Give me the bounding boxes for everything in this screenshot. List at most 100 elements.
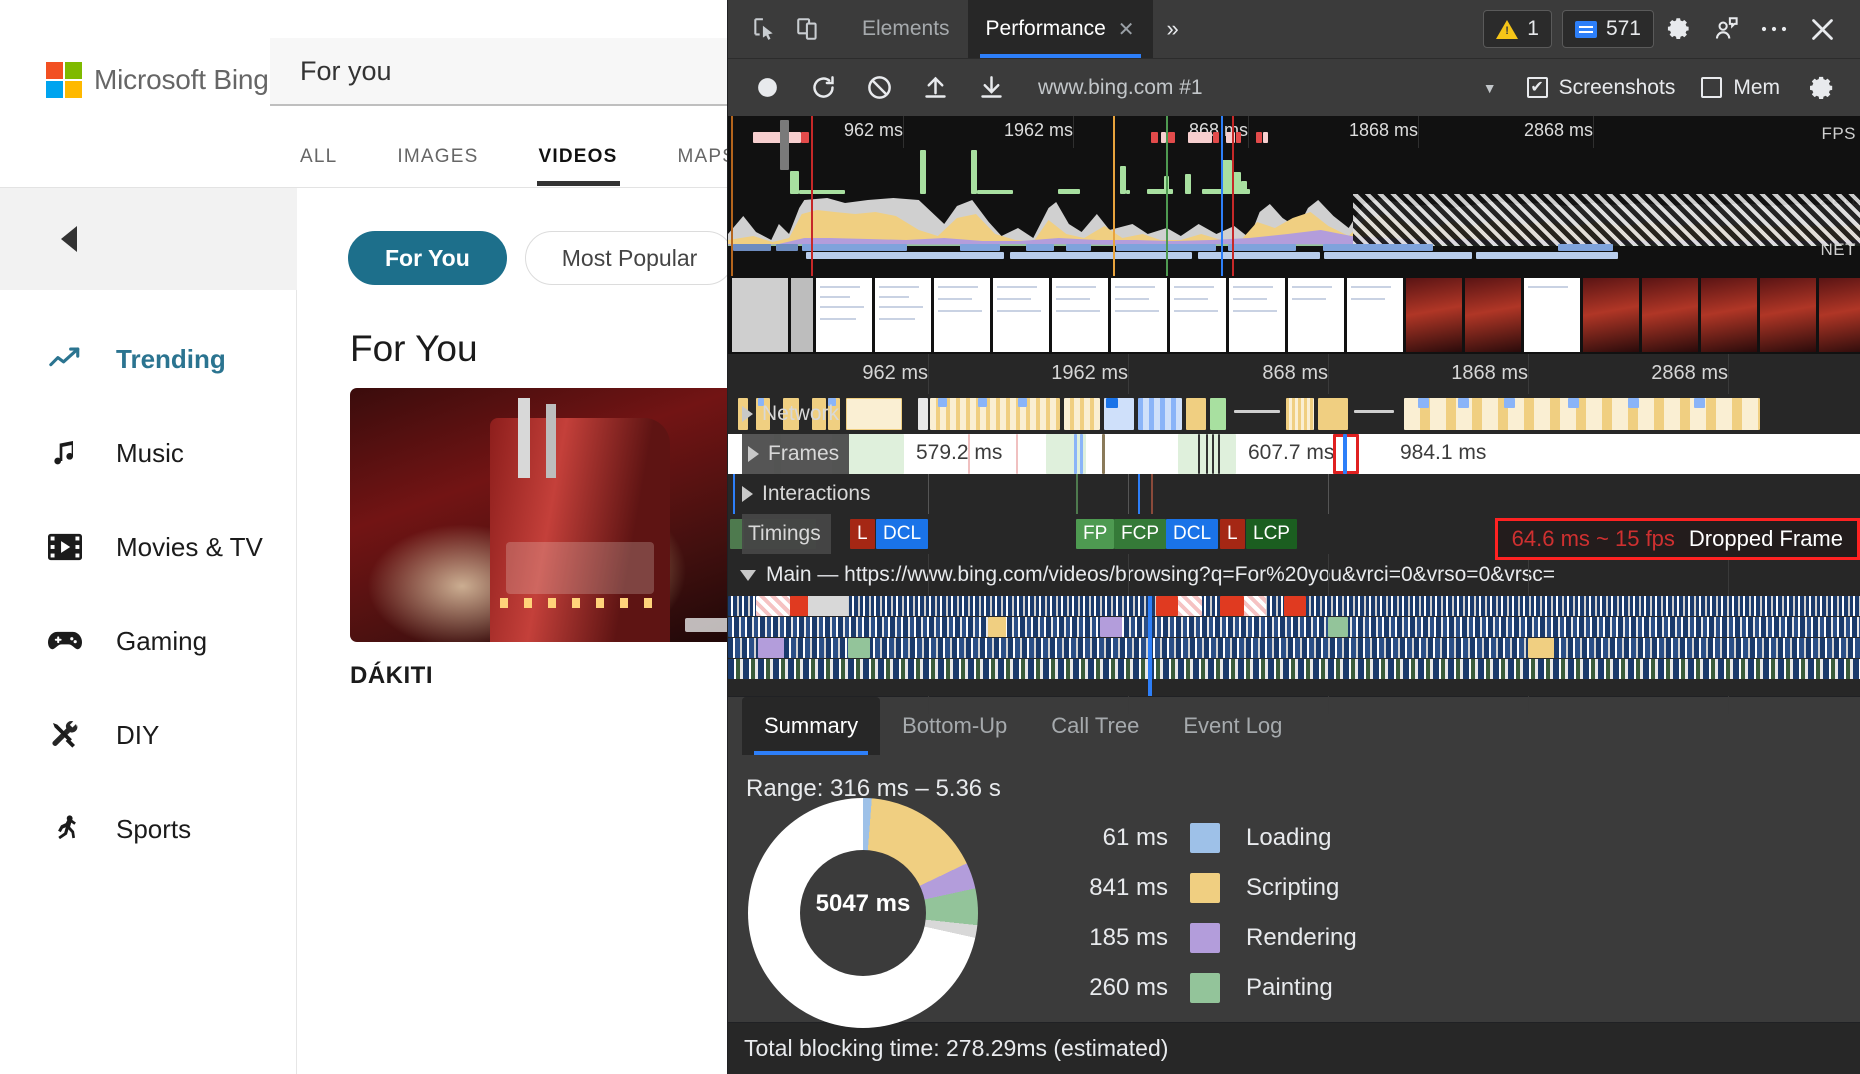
filmstrip-frame[interactable] [1465, 278, 1521, 352]
filter-pill-most-popular[interactable]: Most Popular [524, 231, 735, 285]
tab-call-tree[interactable]: Call Tree [1029, 697, 1161, 755]
tab-images[interactable]: IMAGES [367, 146, 508, 186]
filmstrip-frame[interactable] [1288, 278, 1344, 352]
legend-item-scripting[interactable]: 841 ms Scripting [1064, 863, 1357, 913]
frame-duration: 579.2 ms [916, 441, 1003, 464]
expand-triangle-icon[interactable] [742, 406, 753, 422]
legend-item-painting[interactable]: 260 ms Painting [1064, 963, 1357, 1013]
save-profile-down-icon[interactable] [966, 66, 1016, 110]
track-network[interactable]: Network [728, 394, 1860, 434]
timing-marker-dcl[interactable]: DCL [876, 519, 929, 549]
filmstrip-frame[interactable] [791, 278, 813, 352]
clear-prohibited-icon[interactable] [854, 66, 904, 110]
track-frames-header[interactable]: Frames [742, 434, 850, 474]
tab-all[interactable]: ALL [270, 146, 367, 186]
filter-pill-for-you[interactable]: For You [348, 231, 507, 285]
legend-item-loading[interactable]: 61 ms Loading [1064, 813, 1357, 863]
gear-icon[interactable] [1654, 7, 1702, 51]
filmstrip-frame[interactable] [1170, 278, 1226, 352]
warning-counter[interactable]: 1 [1483, 10, 1552, 48]
ellipsis-icon[interactable] [1750, 7, 1798, 51]
filmstrip-frame[interactable] [1642, 278, 1698, 352]
sidebar-item-movies-tv[interactable]: Movies & TV [0, 500, 296, 594]
filmstrip-frame[interactable] [1406, 278, 1462, 352]
track-label: Network [762, 402, 840, 425]
network-requests-row [728, 394, 1860, 434]
capture-settings-gear-icon[interactable] [1796, 66, 1846, 110]
sidebar-item-label: Trending [116, 343, 226, 374]
device-toolbar-icon[interactable] [786, 7, 830, 51]
filmstrip-frame[interactable] [1347, 278, 1403, 352]
tab-videos[interactable]: VIDEOS [509, 146, 648, 186]
sidebar-item-gaming[interactable]: Gaming [0, 594, 296, 688]
screenshots-checkbox[interactable]: Screenshots [1517, 76, 1686, 100]
track-network-header[interactable]: Network [742, 394, 849, 434]
sidebar-collapse-button[interactable] [0, 188, 297, 290]
fps-lane-label: FPS [1821, 124, 1856, 143]
sidebar-item-trending[interactable]: Trending [0, 312, 296, 406]
filmstrip-frame[interactable] [1111, 278, 1167, 352]
video-thumbnail[interactable] [350, 388, 765, 642]
flame-chart[interactable] [728, 596, 1860, 696]
filmstrip-frame[interactable] [1701, 278, 1757, 352]
timeline-overview[interactable]: 962 ms 1962 ms 868 ms 1868 ms 2868 ms FP… [728, 116, 1860, 276]
record-circle-icon[interactable] [742, 66, 792, 110]
overview-marker-line [1232, 116, 1234, 276]
timing-marker-l[interactable]: L [1220, 519, 1245, 549]
timing-marker-l[interactable]: L [850, 519, 875, 549]
timeline-tick: 2868 ms [1651, 362, 1728, 384]
memory-label: Mem [1733, 75, 1780, 99]
message-counter[interactable]: 571 [1561, 10, 1654, 48]
filmstrip-frame[interactable] [1583, 278, 1639, 352]
legend-item-rendering[interactable]: 185 ms Rendering [1064, 913, 1357, 963]
load-profile-up-icon[interactable] [910, 66, 960, 110]
performance-toolbar: www.bing.com #1 ▼ Screenshots Mem [728, 58, 1860, 116]
bing-logo[interactable]: Microsoft Bing [46, 62, 269, 98]
legend-label: Painting [1246, 973, 1333, 1001]
reload-record-icon[interactable] [798, 66, 848, 110]
track-timings-header[interactable]: Timings [742, 514, 831, 554]
track-frames[interactable]: 579.2 ms 607.7 ms 984.1 ms Frames [728, 434, 1860, 474]
inspect-element-icon[interactable] [742, 7, 786, 51]
tab-performance[interactable]: Performance ✕ [967, 0, 1153, 58]
checkbox-box [1526, 77, 1548, 98]
timing-marker-lcp[interactable]: LCP [1246, 519, 1297, 549]
timing-marker-fp[interactable]: FP [1076, 519, 1115, 549]
filmstrip-frame[interactable] [875, 278, 931, 352]
tab-elements[interactable]: Elements [844, 0, 968, 58]
filmstrip-frame[interactable] [934, 278, 990, 352]
expand-triangle-icon[interactable] [742, 486, 753, 502]
filmstrip-frame[interactable] [1819, 278, 1860, 352]
video-card[interactable]: DÁKITI [350, 388, 765, 690]
tab-event-log[interactable]: Event Log [1161, 697, 1304, 755]
timing-marker-fcp[interactable]: FCP [1114, 519, 1166, 549]
filmstrip-frame[interactable] [1524, 278, 1580, 352]
main-thread-header[interactable]: Main — https://www.bing.com/videos/brows… [728, 554, 1860, 596]
sidebar-item-music[interactable]: Music [0, 406, 296, 500]
filmstrip-frame[interactable] [1052, 278, 1108, 352]
filmstrip-frame[interactable] [816, 278, 872, 352]
track-interactions-header[interactable]: Interactions [742, 474, 881, 514]
filmstrip-frame[interactable] [732, 278, 788, 352]
chevron-double-right-icon[interactable]: » [1153, 16, 1193, 42]
tab-summary[interactable]: Summary [742, 697, 881, 755]
timing-marker-dcl[interactable]: DCL [1166, 519, 1219, 549]
filmstrip[interactable] [728, 276, 1860, 354]
tab-bottom-up[interactable]: Bottom-Up [880, 697, 1029, 755]
close-icon[interactable] [1798, 7, 1846, 51]
collapse-triangle-icon[interactable] [740, 569, 756, 581]
expand-triangle-icon[interactable] [748, 446, 759, 462]
feedback-person-icon[interactable] [1702, 7, 1750, 51]
memory-checkbox[interactable]: Mem [1691, 76, 1790, 100]
filmstrip-frame[interactable] [993, 278, 1049, 352]
legend-label: Loading [1246, 823, 1332, 851]
caret-down-icon[interactable]: ▼ [1469, 80, 1511, 96]
sidebar-item-sports[interactable]: Sports [0, 782, 296, 876]
filmstrip-frame[interactable] [1229, 278, 1285, 352]
filmstrip-frame[interactable] [1760, 278, 1816, 352]
sidebar-item-diy[interactable]: DIY [0, 688, 296, 782]
close-icon[interactable]: ✕ [1118, 17, 1135, 42]
timeline[interactable]: 962 ms 1962 ms 868 ms 1868 ms 2868 ms Ne… [728, 354, 1860, 714]
overview-fps-lane: FPS [728, 124, 1860, 194]
track-interactions[interactable]: Interactions 64.6 ms ~ 15 fps Dropped Fr… [728, 474, 1860, 560]
